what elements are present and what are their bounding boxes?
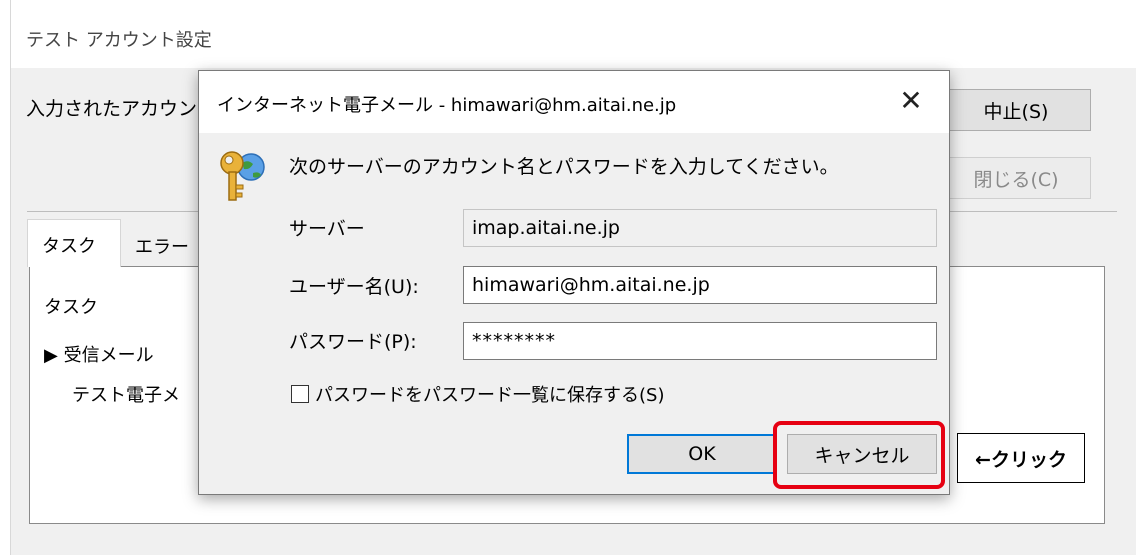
close-button[interactable]: 閉じる(C): [941, 157, 1091, 199]
cancel-highlight-frame: [773, 421, 945, 489]
username-field[interactable]: himawari@hm.aitai.ne.jp: [463, 266, 937, 304]
background-titlebar: テスト アカウント設定: [11, 0, 1136, 68]
dialog-titlebar: インターネット電子メール - himawari@hm.aitai.ne.jp ✕: [199, 71, 949, 133]
click-instruction-callout: ←クリック: [957, 433, 1085, 483]
task-column-header: タスク: [44, 297, 98, 318]
dialog-title: インターネット電子メール - himawari@hm.aitai.ne.jp: [217, 95, 677, 116]
task-row: ▶ 受信メール: [44, 345, 154, 366]
save-password-option[interactable]: パスワードをパスワード一覧に保存する(S): [291, 381, 664, 407]
close-icon[interactable]: ✕: [893, 83, 929, 119]
ok-button[interactable]: OK: [627, 434, 777, 474]
task-row: テスト電子メ: [72, 385, 180, 406]
tab-task[interactable]: タスク: [27, 219, 121, 267]
password-field[interactable]: ********: [463, 322, 937, 360]
dialog-prompt: 次のサーバーのアカウント名とパスワードを入力してください。: [289, 156, 839, 178]
server-label: サーバー: [289, 218, 365, 240]
stop-button[interactable]: 中止(S): [941, 89, 1091, 131]
server-field: imap.aitai.ne.jp: [463, 209, 937, 247]
save-password-label: パスワードをパスワード一覧に保存する(S): [315, 385, 665, 406]
password-label: パスワード(P):: [289, 331, 417, 353]
save-password-checkbox[interactable]: [291, 385, 309, 403]
key-globe-icon: [220, 151, 265, 201]
username-label: ユーザー名(U):: [289, 276, 419, 298]
background-status-message: 入力されたアカウント: [26, 98, 202, 120]
background-window-title: テスト アカウント設定: [26, 30, 212, 51]
